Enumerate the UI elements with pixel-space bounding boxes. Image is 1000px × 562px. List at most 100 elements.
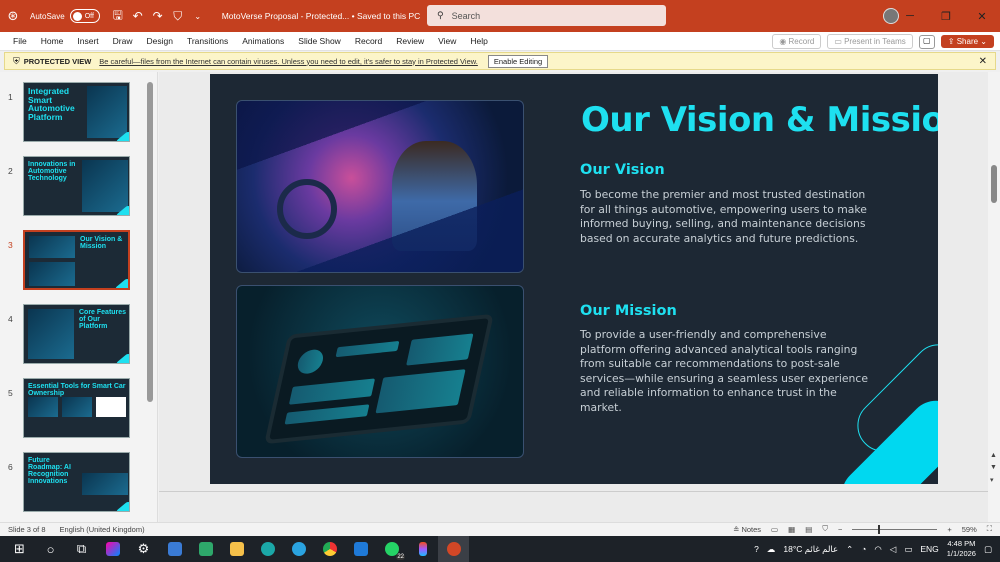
slide-thumbnail-pane: 1 Integrated Smart Automotive Platform 2 In… bbox=[0, 72, 158, 522]
next-slide-icon[interactable]: ▼ bbox=[990, 464, 997, 471]
search-icon[interactable]: ○ bbox=[35, 536, 66, 562]
widgets-icon[interactable] bbox=[190, 536, 221, 562]
slide-number: 3 bbox=[8, 240, 13, 250]
tab-help[interactable]: Help bbox=[463, 36, 494, 46]
vscode-icon[interactable] bbox=[345, 536, 376, 562]
tab-design[interactable]: Design bbox=[140, 36, 180, 46]
slide-scrollbar[interactable]: ▲ ▼ ▾ bbox=[988, 72, 1000, 522]
network-icon[interactable]: ◔ bbox=[861, 544, 866, 554]
help-icon[interactable]: ? bbox=[754, 544, 759, 554]
tablet-dashboard-photo[interactable] bbox=[236, 285, 524, 458]
slide-title[interactable]: Our Vision & Mission bbox=[581, 100, 938, 140]
language-indicator[interactable]: English (United Kingdom) bbox=[60, 525, 145, 534]
start-icon[interactable]: ⊞ bbox=[4, 536, 35, 562]
status-bar: Slide 3 of 8 English (United Kingdom) ≗ … bbox=[0, 522, 1000, 536]
slide-thumbnail[interactable]: Future Roadmap: AI Recognition Innovatio… bbox=[23, 452, 130, 512]
wifi-icon[interactable]: ◠ bbox=[874, 544, 881, 555]
slide-thumbnail[interactable]: Innovations in Automotive Technology bbox=[23, 156, 130, 216]
record-button[interactable]: ◉ Record bbox=[772, 34, 822, 49]
weather-text[interactable]: 18°C عالم غائم bbox=[783, 544, 838, 555]
tab-transitions[interactable]: Transitions bbox=[180, 36, 235, 46]
close-icon[interactable]: ✕ bbox=[979, 56, 987, 67]
customize-qat-icon[interactable]: ⌄ bbox=[188, 12, 208, 21]
slide-thumbnail[interactable]: Essential Tools for Smart Car Ownership bbox=[23, 378, 130, 438]
thumbnail-title: Integrated Smart Automotive Platform bbox=[28, 86, 75, 122]
current-slide[interactable]: Our Vision & Mission Our Vision To becom… bbox=[210, 74, 938, 484]
notes-button[interactable]: ≗ Notes bbox=[733, 525, 761, 534]
weather-icon[interactable]: ☁ bbox=[767, 544, 776, 555]
slide-number: 5 bbox=[8, 388, 13, 398]
tab-animations[interactable]: Animations bbox=[235, 36, 291, 46]
powerpoint-taskbar-icon[interactable] bbox=[438, 536, 469, 562]
tab-review[interactable]: Review bbox=[389, 36, 431, 46]
tab-slide-show[interactable]: Slide Show bbox=[291, 36, 348, 46]
settings-icon[interactable]: ⚙ bbox=[128, 536, 159, 562]
redo-icon[interactable]: ↷ bbox=[148, 9, 168, 23]
edge-icon[interactable] bbox=[252, 536, 283, 562]
whatsapp-icon[interactable]: 22 bbox=[376, 536, 407, 562]
slide-thumbnail[interactable]: Core Features of Our Platform bbox=[23, 304, 130, 364]
slide-thumbnail[interactable]: Our Vision & Mission bbox=[23, 230, 130, 290]
task-view-icon[interactable]: ⧉ bbox=[66, 536, 97, 562]
undo-icon[interactable]: ↶ bbox=[128, 9, 148, 23]
clock[interactable]: 4:48 PM 1/1/2026 bbox=[947, 539, 976, 559]
close-icon[interactable]: ✕ bbox=[964, 0, 1000, 32]
telegram-icon[interactable] bbox=[283, 536, 314, 562]
zoom-slider[interactable] bbox=[852, 524, 938, 534]
prev-slide-icon[interactable]: ▲ bbox=[990, 452, 997, 459]
shield-icon: ⛨ bbox=[13, 55, 20, 66]
scrollbar-thumb[interactable] bbox=[147, 82, 153, 402]
fit-to-window-icon[interactable]: ⛶ bbox=[987, 524, 992, 534]
zoom-in-icon[interactable]: + bbox=[947, 525, 951, 534]
volume-icon[interactable]: ◁ bbox=[890, 544, 897, 555]
zoom-level[interactable]: 59% bbox=[962, 525, 977, 534]
scroll-down-icon[interactable]: ▾ bbox=[990, 476, 994, 484]
toggle-knob-icon bbox=[72, 11, 82, 21]
minimize-icon[interactable]: ─ bbox=[892, 0, 928, 32]
protected-view-message[interactable]: Be careful—files from the Internet can c… bbox=[99, 57, 478, 66]
mission-body[interactable]: To provide a user-friendly and comprehen… bbox=[580, 328, 870, 416]
normal-view-icon[interactable]: ▭ bbox=[771, 525, 778, 534]
save-icon[interactable]: 🖫 bbox=[108, 6, 128, 27]
tab-draw[interactable]: Draw bbox=[106, 36, 140, 46]
slide-number: 4 bbox=[8, 314, 13, 324]
store-icon[interactable] bbox=[159, 536, 190, 562]
copilot-icon[interactable] bbox=[97, 536, 128, 562]
tab-view[interactable]: View bbox=[431, 36, 463, 46]
thumbnail-title: Core Features of Our Platform bbox=[79, 309, 127, 330]
autosave-toggle[interactable]: Off bbox=[69, 9, 100, 23]
mission-heading[interactable]: Our Mission bbox=[580, 303, 677, 319]
slide-sorter-icon[interactable]: ▦ bbox=[788, 525, 795, 534]
vision-body[interactable]: To become the premier and most trusted d… bbox=[580, 188, 870, 246]
battery-icon[interactable]: ▭ bbox=[904, 544, 912, 555]
scrollbar-thumb[interactable] bbox=[991, 165, 997, 203]
thumbnail-title: Essential Tools for Smart Car Ownership bbox=[28, 383, 126, 397]
tab-insert[interactable]: Insert bbox=[70, 36, 105, 46]
notifications-icon[interactable]: ▢ bbox=[984, 544, 992, 555]
protected-view-label: PROTECTED VIEW bbox=[23, 56, 92, 66]
present-in-teams-button[interactable]: ▭ Present in Teams bbox=[827, 34, 913, 49]
reading-view-icon[interactable]: ▤ bbox=[805, 525, 812, 534]
enable-editing-button[interactable]: Enable Editing bbox=[487, 54, 549, 68]
thumbnail-scrollbar[interactable] bbox=[147, 80, 153, 505]
slideshow-icon[interactable]: ⛉ bbox=[822, 524, 828, 534]
vision-heading[interactable]: Our Vision bbox=[580, 162, 665, 178]
present-icon[interactable]: ⛉ bbox=[168, 9, 188, 24]
tab-record[interactable]: Record bbox=[348, 36, 389, 46]
driver-photo[interactable] bbox=[236, 100, 524, 273]
search-box[interactable]: ⚲ Search bbox=[427, 5, 666, 26]
chevron-up-icon[interactable]: ⌃ bbox=[846, 544, 853, 555]
slide-thumbnail[interactable]: Integrated Smart Automotive Platform bbox=[23, 82, 130, 142]
powerpoint-app-icon: ⊛ bbox=[7, 8, 19, 23]
restore-icon[interactable]: ❐ bbox=[928, 0, 964, 32]
tab-home[interactable]: Home bbox=[34, 36, 71, 46]
chrome-icon[interactable] bbox=[314, 536, 345, 562]
zoom-out-icon[interactable]: − bbox=[838, 525, 842, 534]
share-button[interactable]: ⇪ Share ⌄ bbox=[940, 35, 994, 48]
file-explorer-icon[interactable] bbox=[221, 536, 252, 562]
figma-icon[interactable] bbox=[407, 536, 438, 562]
tab-file[interactable]: File bbox=[0, 36, 34, 46]
windows-taskbar: ⊞ ○ ⧉ ⚙ 22 ? ☁ 18°C عالم غائم ⌃ ◔ ◠ ◁ ▭ … bbox=[0, 536, 1000, 562]
input-language[interactable]: ENG bbox=[920, 544, 938, 554]
comments-icon[interactable]: ▢ bbox=[918, 34, 935, 49]
